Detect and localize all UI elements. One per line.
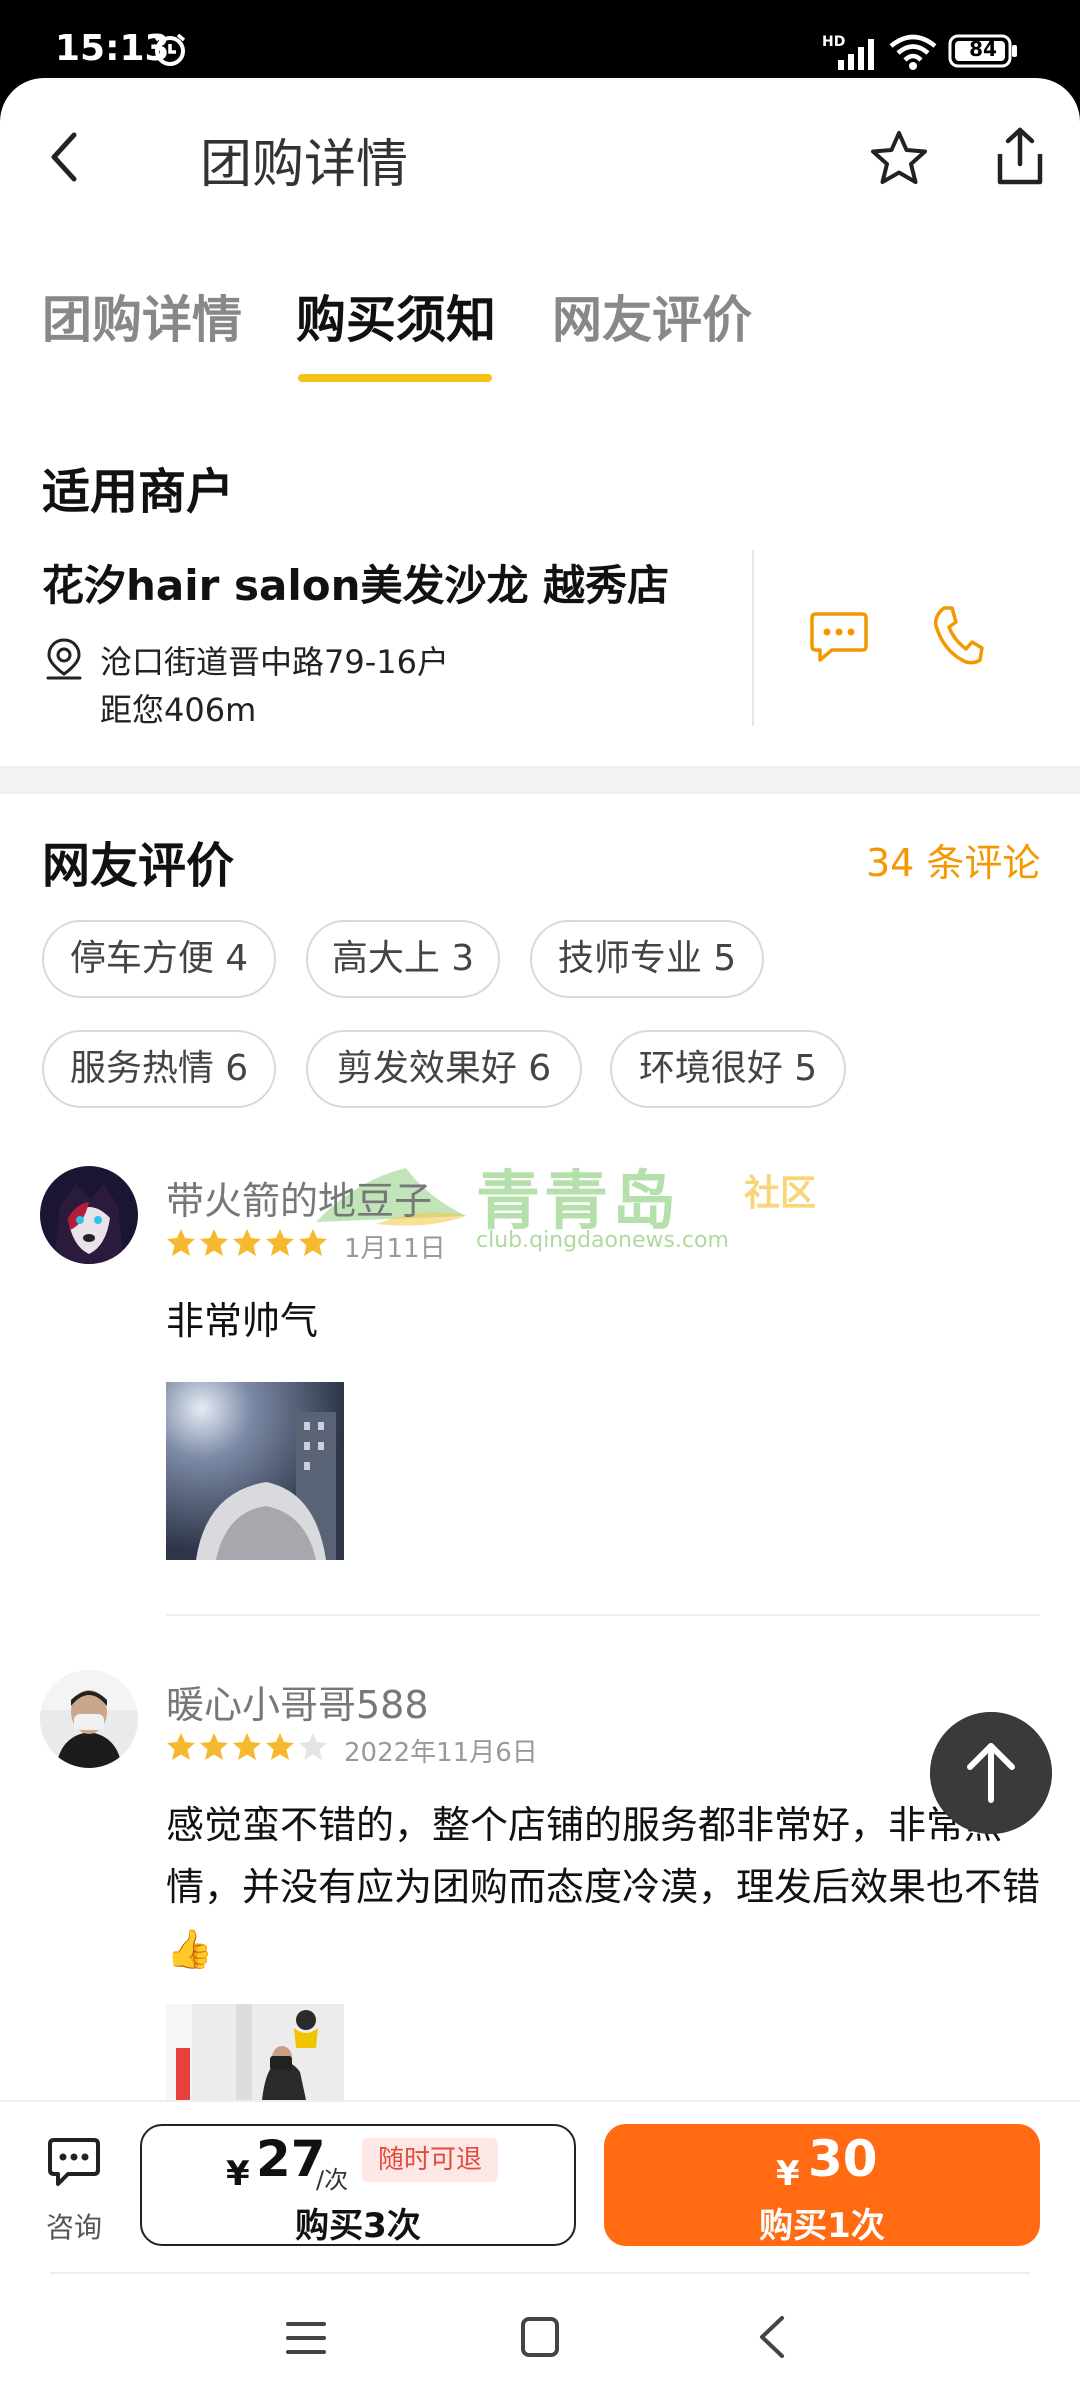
star-icon[interactable] [868,128,930,190]
divider [166,1614,1040,1616]
divider [752,550,754,726]
avatar[interactable] [40,1670,138,1768]
network-type: HD [822,34,846,50]
buy-3-label: 购买3次 [295,2206,421,2246]
review-count-link[interactable]: 34 条评论 [866,832,1040,887]
location-pin-icon [46,638,82,680]
watermark-url: club.qingdaonews.com [476,1228,729,1253]
shop-name[interactable]: 花汐hair salon美发沙龙 越秀店 [42,552,669,613]
reviewer-name: 带火箭的地豆子 [166,1179,433,1223]
buy-once-label: 购买1次 [759,2206,885,2246]
price-unit: /次 [316,2166,349,2194]
currency-symbol: ¥ [776,2154,800,2194]
tab-deal-details[interactable]: 团购详情 [42,280,242,352]
reviews-section-title: 网友评价 [42,838,235,894]
review-photo[interactable] [166,1382,344,1560]
chat-icon[interactable] [808,610,870,664]
currency-symbol: ¥ [226,2154,250,2194]
reviewer-name: 暖心小哥哥588 [166,1683,429,1727]
avatar[interactable] [40,1166,138,1264]
thumbs-up-emoji: 👍 [166,1927,214,1971]
wifi-icon [889,34,937,70]
consult-chat-icon[interactable] [46,2136,102,2190]
alarm-clock-icon [154,33,186,66]
scroll-to-top-button[interactable] [930,1712,1052,1834]
review-tag[interactable]: 技师专业 5 [530,920,764,998]
review-tag[interactable]: 环境很好 5 [610,1030,846,1108]
review-tag[interactable]: 服务热情 6 [42,1030,276,1108]
review-photo[interactable] [166,2004,344,2100]
phone-icon[interactable] [930,604,984,668]
review-tag[interactable]: 剪发效果好 6 [306,1030,582,1108]
refund-badge: 随时可退 [362,2138,498,2182]
share-icon[interactable] [988,124,1052,190]
tab-user-reviews[interactable]: 网友评价 [552,280,752,352]
merchant-section-title: 适用商户 [42,464,235,520]
star-rating-icon [167,1733,327,1760]
chevron-left-icon[interactable] [38,125,94,189]
watermark-tag: 社区 [744,1173,817,1214]
page-title: 团购详情 [200,135,409,195]
review-date: 1月11日 [344,1234,446,1264]
review-date: 2022年11月6日 [344,1738,538,1768]
shop-distance: 距您406m [100,691,257,729]
review-text: 非常帅气 [166,1299,319,1343]
divider [50,2272,1030,2274]
shop-address: 沧口街道晋中路79-16户 [100,643,449,681]
consult-label[interactable]: 咨询 [46,2206,102,2246]
section-separator [0,766,1080,794]
system-back-icon[interactable] [756,2314,788,2360]
review-text-line: 情，并没有应为团购而态度冷漠，理发后效果也不错 [166,1865,1041,1909]
review-tag[interactable]: 高大上 3 [306,920,500,998]
star-rating-icon [167,1229,327,1256]
review-tag[interactable]: 停车方便 4 [42,920,276,998]
battery-level: 84 [969,37,997,61]
buy-once-price: 30 [808,2130,878,2188]
review-text-line: 感觉蛮不错的，整个店铺的服务都非常好，非常热 [166,1803,1003,1847]
recent-apps-icon[interactable] [286,2318,326,2358]
home-icon[interactable] [520,2316,560,2358]
active-tab-indicator [298,374,492,382]
tab-purchase-notes[interactable]: 购买须知 [296,280,496,352]
